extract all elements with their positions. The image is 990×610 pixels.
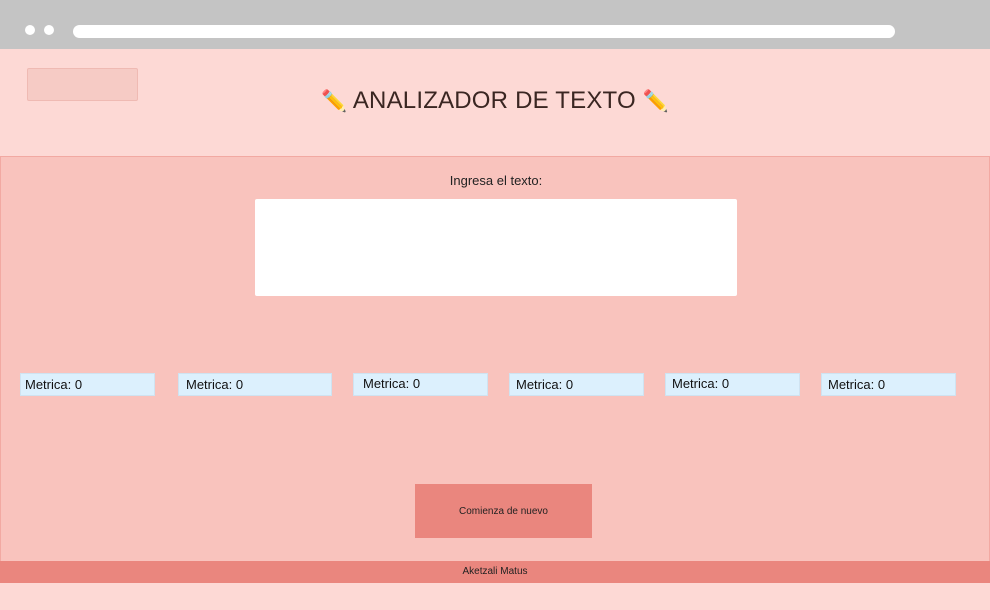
metric-box: Metrica: 0 [353,373,488,396]
metric-box: Metrica: 0 [509,373,644,396]
window-dot-icon[interactable] [44,25,54,35]
metric-box: Metrica: 0 [821,373,956,396]
footer: Aketzali Matus [0,561,990,583]
footer-author: Aketzali Matus [462,566,528,577]
reset-button[interactable]: Comienza de nuevo [415,484,592,538]
metric-box: Metrica: 0 [665,373,800,396]
pencil-icon: ✏️ [320,90,348,113]
browser-toolbar [0,0,990,49]
text-input[interactable] [255,199,737,296]
window-dot-icon[interactable] [25,25,35,35]
page-title: ✏️ ANALIZADOR DE TEXTO ✏️ [0,87,990,115]
text-input-label: Ingresa el texto: [449,173,543,188]
metric-box: Metrica: 0 [178,373,332,396]
page-title-text: ANALIZADOR DE TEXTO [352,87,636,114]
page-bottom [0,583,990,610]
analyzer-panel: Ingresa el texto: Metrica: 0 Metrica: 0 … [0,156,990,561]
pencil-icon: ✏️ [642,90,670,113]
metric-box: Metrica: 0 [20,373,155,396]
page-header: ✏️ ANALIZADOR DE TEXTO ✏️ [0,49,990,156]
address-bar[interactable] [73,25,895,38]
